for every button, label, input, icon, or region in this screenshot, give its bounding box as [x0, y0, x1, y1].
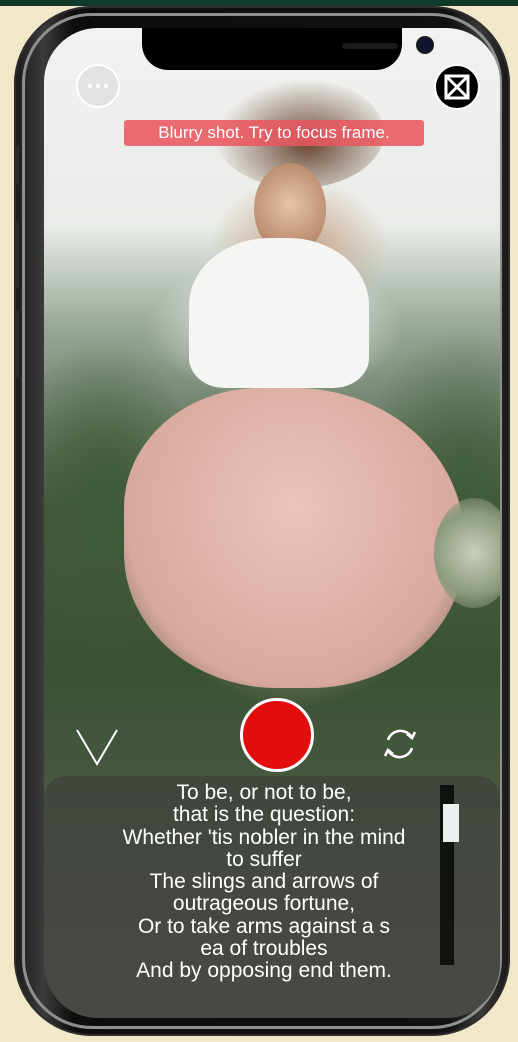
- volume-up-button: [14, 220, 19, 288]
- teleprompter-line: To be, or not to be,: [176, 781, 352, 804]
- teleprompter-panel[interactable]: To be, or not to be, that is the questio…: [44, 776, 500, 1018]
- teleprompter-line: Or to take arms against a s: [137, 914, 391, 938]
- teleprompter-line: Whether 'tis nobler in the mind: [122, 825, 406, 849]
- confirm-button[interactable]: [74, 726, 120, 768]
- camera-screen: Blurry shot. Try to focus frame. To be, …: [44, 28, 500, 1018]
- teleprompter-line: The slings and arrows of: [149, 870, 379, 894]
- rotate-camera-icon: [383, 729, 417, 759]
- close-square-icon: [444, 74, 470, 100]
- chevron-down-icon: [76, 729, 118, 766]
- teleprompter-line: ea of troubles: [200, 937, 328, 961]
- volume-down-button: [14, 310, 19, 378]
- more-options-button[interactable]: [76, 64, 120, 108]
- phone-notch: [142, 28, 432, 70]
- close-button[interactable]: [434, 64, 480, 110]
- record-button[interactable]: [240, 698, 314, 772]
- teleprompter-line: that is the question:: [172, 803, 356, 827]
- mute-switch: [14, 145, 19, 185]
- speaker-grille: [342, 43, 398, 49]
- ellipsis-dot: [96, 84, 100, 88]
- ellipsis-dot: [104, 84, 108, 88]
- teleprompter-line: to suffer: [226, 847, 302, 871]
- camera-preview-skirt: [124, 388, 464, 688]
- teleprompter-line: And by opposing end them.: [136, 959, 392, 983]
- ellipsis-icon: [88, 84, 92, 88]
- front-camera: [418, 38, 432, 52]
- flip-camera-button[interactable]: [380, 724, 420, 764]
- teleprompter-text: To be, or not to be, that is the questio…: [44, 781, 484, 983]
- teleprompter-line: outrageous fortune,: [172, 892, 356, 916]
- teleprompter-scroll-thumb[interactable]: [443, 804, 459, 842]
- blur-warning-banner: Blurry shot. Try to focus frame.: [124, 120, 424, 146]
- camera-preview-top: [189, 238, 369, 388]
